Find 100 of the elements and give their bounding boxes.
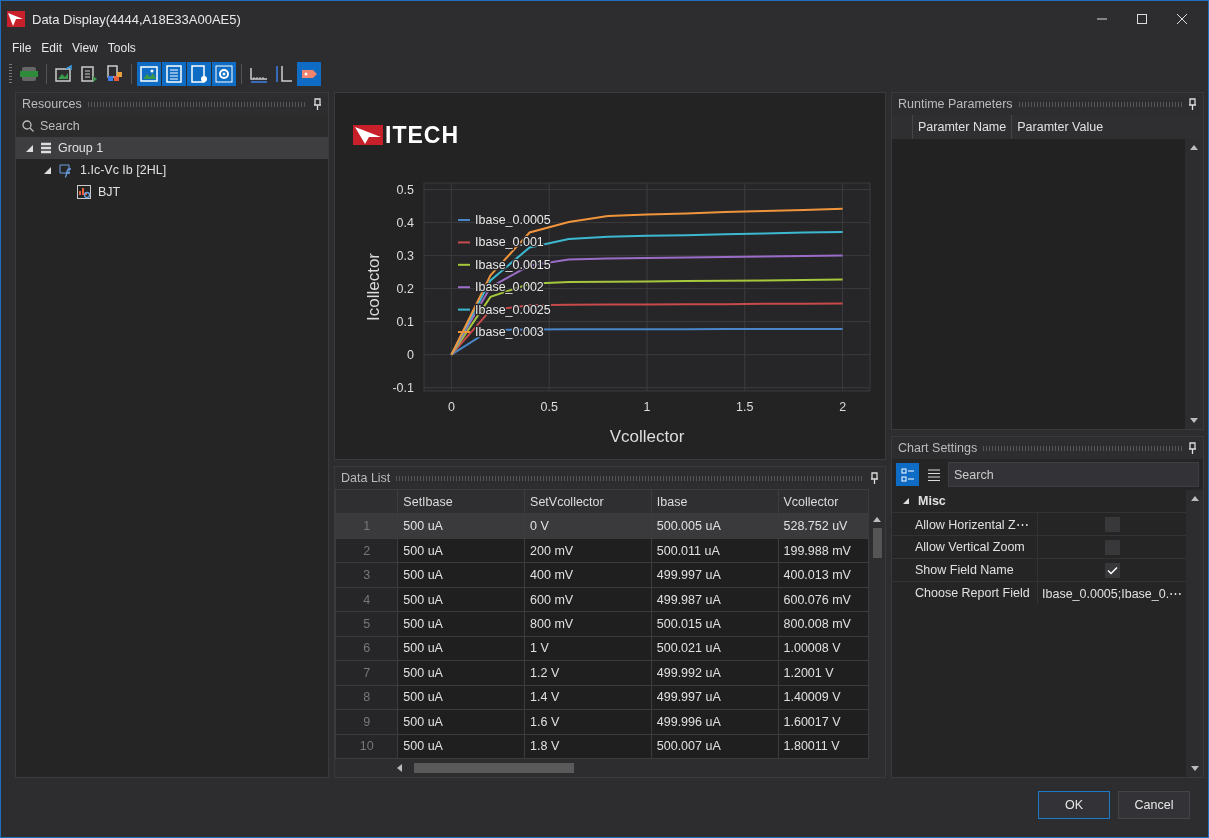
checkbox[interactable] [1104, 562, 1120, 578]
toolbar-button[interactable] [187, 62, 211, 86]
column-header[interactable]: SetVcollector [524, 489, 652, 514]
tree-item[interactable]: Group 1 [16, 137, 328, 159]
table-cell: 500.007 uA [651, 734, 778, 759]
expanded-arrow-icon[interactable] [42, 165, 52, 175]
scroll-thumb[interactable] [414, 763, 574, 773]
panel-title: Runtime Parameters [898, 97, 1013, 111]
table-cell: 500 uA [397, 660, 525, 686]
table-cell: 199.988 mV [778, 538, 869, 563]
table-cell: 500 uA [397, 685, 525, 710]
row-number: 8 [335, 685, 398, 710]
panel-title: Resources [22, 97, 82, 111]
horizontal-scrollbar[interactable] [335, 759, 885, 777]
x-tick-label: 0 [447, 400, 455, 414]
search-box[interactable]: Search [948, 462, 1199, 487]
row-number: 4 [335, 587, 398, 612]
table-cell: 1.80011 V [778, 734, 869, 759]
property-name: Allow Vertical Zoom [892, 536, 1038, 558]
search-icon [22, 120, 34, 132]
app-logo-icon [7, 11, 25, 27]
table-cell: 500.021 uA [651, 636, 778, 661]
property-name: Show Field Name [892, 559, 1038, 581]
menu-item[interactable]: View [67, 41, 103, 55]
pin-icon[interactable] [1188, 442, 1197, 454]
y-tick-label: 0.3 [396, 248, 414, 263]
search-box[interactable]: Search [16, 115, 328, 137]
column-header[interactable]: Ibase [651, 489, 778, 514]
function-icon [58, 162, 74, 178]
category-label: Misc [918, 494, 946, 508]
table-cell: 1.40009 V [778, 685, 869, 710]
panel-title: Data List [341, 471, 391, 485]
scroll-thumb[interactable] [872, 528, 882, 558]
scroll-up-icon[interactable] [873, 517, 882, 522]
table-cell: 800 mV [524, 611, 652, 637]
scroll-up-icon[interactable] [1190, 496, 1199, 501]
vertical-scrollbar[interactable] [1186, 490, 1203, 777]
pin-icon[interactable] [870, 472, 879, 484]
legend-swatch [457, 241, 471, 244]
tree-item[interactable]: BJT [16, 181, 328, 203]
chart-icon [76, 184, 92, 200]
column-header[interactable]: SetIbase [397, 489, 525, 514]
table-cell: 1.60017 V [778, 709, 869, 735]
vertical-scrollbar[interactable] [1185, 139, 1203, 429]
x-tick-label: 1 [643, 400, 651, 414]
y-tick-label: 0.2 [396, 281, 414, 296]
property-value[interactable]: Ibase_0.0005;Ibase_0.⋯ [1042, 585, 1183, 601]
expanded-arrow-icon[interactable] [24, 143, 34, 153]
menu-item[interactable]: Tools [102, 41, 141, 55]
y-axis-title: Icollector [364, 253, 383, 321]
tree-item[interactable]: 1.Ic-Vc Ib [2HL] [16, 159, 328, 181]
table-cell: 1 V [524, 636, 652, 661]
scroll-left-icon[interactable] [397, 764, 402, 772]
table-cell: 400 mV [524, 562, 652, 588]
toolbar-button[interactable] [162, 62, 186, 86]
table-cell: 500 uA [397, 587, 525, 612]
legend-swatch [457, 308, 471, 311]
table-cell: 528.752 uV [778, 513, 869, 539]
table-cell: 200 mV [524, 538, 652, 563]
search-field[interactable]: Search [40, 119, 322, 133]
y-tick-label: 0.4 [396, 215, 414, 230]
property-name: Choose Report Field [892, 582, 1038, 604]
menu-item[interactable]: File [7, 41, 37, 55]
table-cell: 500 uA [397, 611, 525, 637]
table-cell: 500 uA [397, 513, 525, 539]
scroll-up-icon[interactable] [1190, 145, 1198, 150]
scroll-down-icon[interactable] [1190, 766, 1199, 771]
row-number: 5 [335, 611, 398, 637]
row-number: 2 [335, 538, 398, 563]
table-cell: 1.8 V [524, 734, 652, 759]
cancel-button[interactable]: Cancel [1118, 791, 1190, 819]
stack-icon [40, 142, 52, 154]
maximize-icon [1137, 14, 1147, 24]
legend-label: Ibase_0.0005 [475, 213, 551, 227]
table-cell: 500 uA [397, 734, 525, 759]
brand-logo: ITECH [353, 123, 885, 147]
legend-swatch [457, 286, 471, 289]
ok-button[interactable]: OK [1038, 791, 1110, 819]
table-cell: 600.076 mV [778, 587, 869, 612]
table-cell: 800.008 mV [778, 611, 869, 637]
table-cell: 500 uA [397, 636, 525, 661]
list-icon [926, 467, 941, 482]
search-field[interactable]: Search [954, 467, 1193, 482]
y-axis-icon [274, 64, 294, 84]
toolbar-button[interactable] [137, 62, 161, 86]
pin-icon[interactable] [1188, 98, 1197, 110]
row-number: 1 [335, 513, 398, 539]
table-cell: 500.011 uA [651, 538, 778, 563]
x-tick-label: 0.5 [540, 400, 558, 414]
table-cell: 1.6 V [524, 709, 652, 735]
scroll-down-icon[interactable] [1190, 418, 1198, 423]
row-number: 7 [335, 660, 398, 686]
window-title: Data Display(4444,A18E33A00AE5) [32, 11, 242, 27]
y-tick-label: 0 [407, 347, 414, 362]
expanded-arrow-icon[interactable] [902, 497, 910, 505]
column-header[interactable]: Vcollector [778, 489, 869, 514]
table-cell: 600 mV [524, 587, 652, 612]
pin-icon[interactable] [313, 98, 322, 110]
menu-item[interactable]: Edit [36, 41, 68, 55]
close-icon [1177, 14, 1187, 24]
